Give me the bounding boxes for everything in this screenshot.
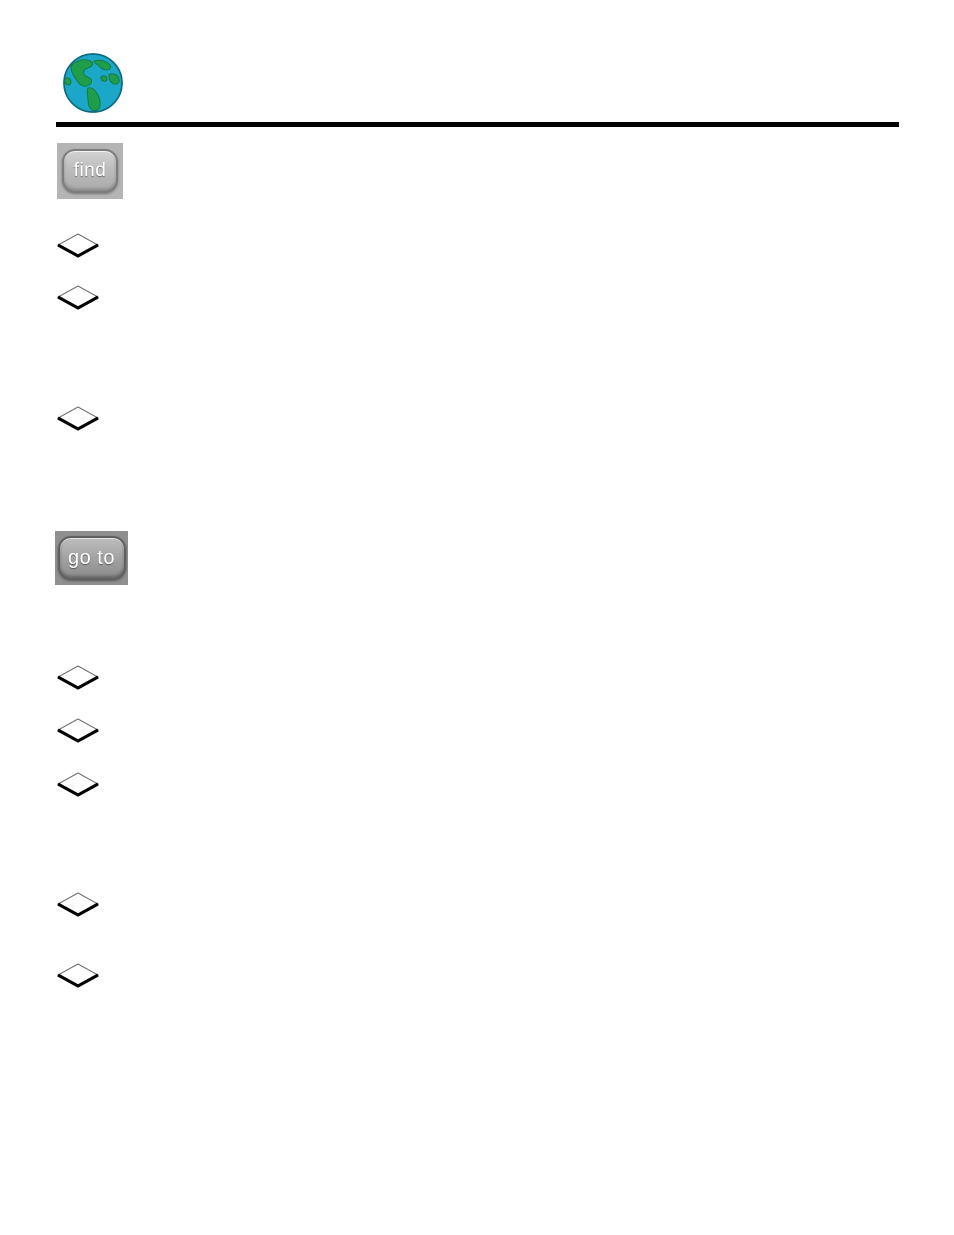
list-item xyxy=(0,962,954,992)
diamond-bullet-icon xyxy=(56,771,100,797)
list-item xyxy=(0,891,954,921)
list-item xyxy=(0,771,954,801)
diamond-bullet-icon xyxy=(56,664,100,690)
find-button-label: find xyxy=(62,149,118,193)
go-to-button-label: go to xyxy=(57,536,126,580)
diamond-bullet-icon xyxy=(56,232,100,258)
document-page: find go to xyxy=(0,0,954,1235)
header-divider xyxy=(56,122,899,127)
list-item xyxy=(0,405,954,435)
list-item xyxy=(0,284,954,314)
diamond-bullet-icon xyxy=(56,284,100,310)
diamond-bullet-icon xyxy=(56,962,100,988)
find-button[interactable]: find xyxy=(57,143,123,199)
list-item xyxy=(0,717,954,747)
diamond-bullet-icon xyxy=(56,891,100,917)
diamond-bullet-icon xyxy=(56,405,100,431)
list-item xyxy=(0,664,954,694)
diamond-bullet-icon xyxy=(56,717,100,743)
go-to-button[interactable]: go to xyxy=(55,531,128,585)
globe-icon xyxy=(58,52,128,114)
list-item xyxy=(0,232,954,262)
